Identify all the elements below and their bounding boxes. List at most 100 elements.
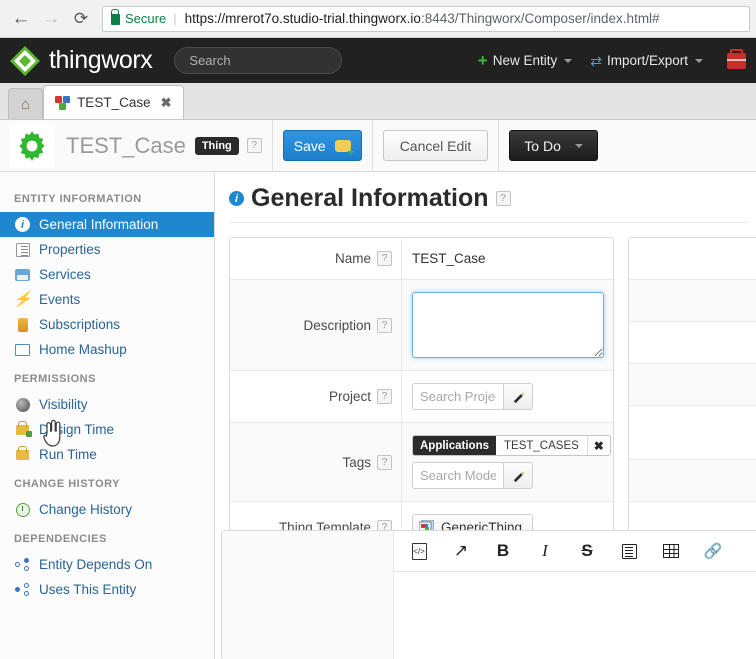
help-icon[interactable]: ?: [495, 191, 511, 206]
sidebar-item-uses-this-entity[interactable]: Uses This Entity: [0, 577, 214, 602]
tag-search-input[interactable]: [412, 462, 503, 489]
new-entity-menu[interactable]: + New Entity: [477, 51, 573, 70]
rich-text-content[interactable]: [394, 572, 756, 659]
sidebar-item-design-time[interactable]: Design Time: [0, 417, 214, 442]
eye-icon: [14, 397, 31, 412]
back-arrow-icon[interactable]: ←: [6, 4, 36, 34]
chevron-down-icon: [574, 143, 583, 148]
tab-test-case[interactable]: TEST_Case ✖: [43, 85, 184, 119]
cancel-edit-button[interactable]: Cancel Edit: [382, 130, 489, 161]
field-label-wrap: Published ?: [629, 364, 756, 405]
field-label: Tags: [342, 454, 371, 470]
field-label: Name: [334, 251, 371, 266]
strikethrough-icon[interactable]: S: [576, 540, 598, 562]
page-header: i General Information ?: [229, 184, 748, 223]
italic-icon[interactable]: I: [534, 540, 556, 562]
help-icon[interactable]: ?: [377, 454, 392, 470]
field-label-wrap: Description ?: [230, 280, 402, 370]
rich-text-panel: </> ↗ B I S 🔗: [221, 530, 756, 659]
remove-tag-icon[interactable]: ✖: [586, 436, 610, 455]
todo-label: To Do: [524, 137, 561, 154]
lightning-icon: ⚡: [13, 291, 32, 308]
field-value-name: TEST_Case: [412, 251, 486, 266]
sidebar-item-events[interactable]: ⚡ Events: [0, 287, 214, 312]
help-icon[interactable]: ?: [246, 138, 262, 153]
brand-name: thingworx: [49, 46, 153, 74]
tab-home[interactable]: ⌂: [8, 88, 44, 119]
sidebar-item-label: Properties: [39, 242, 101, 257]
toolbox-icon[interactable]: [727, 48, 746, 69]
field-row-published: Published ?: [629, 364, 756, 406]
field-label-wrap: Tags ?: [230, 423, 402, 501]
tab-strip: ⌂ TEST_Case ✖: [0, 83, 756, 120]
close-icon[interactable]: ✖: [161, 95, 172, 111]
comment-add-icon: [334, 139, 355, 158]
url-host: https://mrerot7o.studio-trial.thingworx.…: [184, 11, 421, 26]
tag-term: TEST_CASES: [496, 436, 587, 455]
clock-history-icon: [14, 502, 31, 517]
field-label-wrap: Active ?: [629, 238, 756, 279]
field-label-wrap: Project ?: [230, 371, 402, 422]
sidebar-item-label: Visibility: [39, 397, 88, 412]
field-value-description: [402, 280, 613, 370]
sidebar-item-run-time[interactable]: Run Time: [0, 442, 214, 467]
plus-icon: +: [477, 51, 488, 70]
chevron-down-icon: [564, 58, 573, 63]
bold-icon[interactable]: B: [492, 540, 514, 562]
table-icon[interactable]: [660, 540, 682, 562]
sidebar-item-services[interactable]: Services: [0, 262, 214, 287]
sidebar-item-label: Subscriptions: [39, 317, 121, 332]
fullscreen-icon[interactable]: ↗: [450, 540, 472, 562]
todo-dropdown[interactable]: To Do: [509, 130, 598, 161]
sidebar-item-label: Design Time: [39, 422, 115, 437]
mashup-icon: [14, 342, 31, 357]
save-button[interactable]: Save: [282, 130, 362, 161]
import-export-menu[interactable]: ⇄ Import/Export: [590, 53, 703, 68]
omnibox-divider: |: [173, 11, 177, 26]
search-input[interactable]: [174, 47, 343, 74]
address-bar[interactable]: Secure | https://mrerot7o.studio-trial.t…: [102, 5, 750, 32]
sidebar-item-properties[interactable]: Properties: [0, 237, 214, 262]
rich-text-label-cell: [222, 531, 394, 659]
reload-icon[interactable]: ⟳: [66, 4, 96, 34]
import-export-icon: ⇄: [590, 52, 602, 69]
services-icon: [14, 267, 31, 282]
security-label: Secure: [125, 11, 167, 26]
lock-icon: [14, 445, 31, 462]
description-input[interactable]: [412, 292, 604, 358]
tag-picker: [412, 462, 533, 489]
link-icon[interactable]: 🔗: [702, 540, 724, 562]
field-label: Description: [303, 317, 371, 333]
forward-arrow-icon[interactable]: →: [36, 4, 66, 34]
field-row-description: Description ?: [230, 280, 613, 371]
main-content: i General Information ? Name ? TEST_Case…: [215, 172, 756, 659]
tag-wand-button[interactable]: [503, 462, 533, 489]
project-wand-button[interactable]: [503, 383, 533, 410]
wand-icon: [513, 471, 524, 483]
sidebar-item-general-information[interactable]: i General Information: [0, 212, 214, 237]
thing-blocks-icon: [55, 95, 71, 110]
help-icon[interactable]: ?: [377, 317, 392, 333]
entity-title: TEST_Case: [66, 132, 186, 158]
save-label: Save: [293, 137, 326, 154]
help-icon[interactable]: ?: [377, 251, 392, 266]
sidebar-item-entity-depends-on[interactable]: Entity Depends On: [0, 552, 214, 577]
sidebar-item-visibility[interactable]: Visibility: [0, 392, 214, 417]
toolbar-divider: [498, 119, 500, 172]
tag-vocabulary: Applications: [413, 436, 497, 455]
field-label-wrap: Home Mashup ?: [629, 280, 756, 321]
url-path: :8443/Thingworx/Composer/index.html#: [420, 11, 660, 26]
sidebar-item-label: Home Mashup: [39, 342, 127, 357]
lock-icon: [111, 9, 120, 25]
sidebar-item-label: Services: [39, 267, 91, 282]
field-value-project: [402, 371, 613, 422]
sidebar-item-home-mashup[interactable]: Home Mashup: [0, 337, 214, 362]
project-search-input[interactable]: [412, 383, 503, 410]
field-row-last-modified-date: Last Modified Date ?: [629, 460, 756, 502]
sidebar-item-change-history[interactable]: Change History: [0, 497, 214, 522]
list-icon[interactable]: [618, 540, 640, 562]
help-icon[interactable]: ?: [377, 389, 392, 404]
properties-icon: [14, 242, 31, 257]
code-view-icon[interactable]: </>: [408, 540, 430, 562]
sidebar-item-subscriptions[interactable]: Subscriptions: [0, 312, 214, 337]
